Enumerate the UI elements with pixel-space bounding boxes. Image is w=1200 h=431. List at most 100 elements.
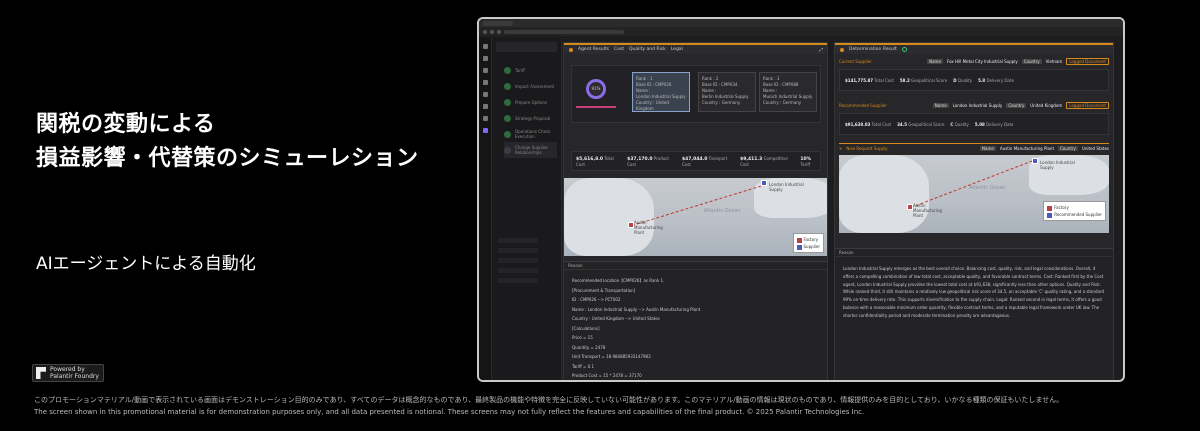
reason-title: Reason — [839, 250, 854, 255]
route-map[interactable]: Atlantic Ocean Austin Manufacturing Plan… — [839, 155, 1109, 233]
step-field[interactable] — [498, 268, 538, 273]
history-icon[interactable] — [482, 104, 488, 109]
steps-header — [496, 42, 557, 52]
subheadline: AIエージェントによる自動化 — [36, 254, 256, 274]
kpi-value: 5.08 — [974, 121, 985, 127]
step-done-icon — [504, 66, 511, 74]
determination-header: Determination Result — [835, 43, 1113, 54]
left-rail — [479, 38, 492, 380]
browser-urlbar — [479, 27, 1123, 36]
step-label: Tariff — [515, 67, 525, 73]
step-done-icon — [504, 130, 511, 138]
reload-icon[interactable] — [497, 29, 501, 34]
step-field[interactable] — [498, 248, 538, 253]
card-country: Country : Germany — [702, 100, 741, 105]
supplier-pin[interactable] — [761, 180, 767, 186]
reason-panel: Reason London Industrial Supply emerges … — [835, 248, 1113, 380]
factory-label: Austin Manufacturing Plant — [634, 220, 663, 235]
step-item[interactable]: Operations Check Execution — [504, 126, 557, 142]
close-icon[interactable]: ✕ — [839, 146, 842, 151]
home-icon[interactable] — [482, 56, 488, 61]
reason-header: Reason — [835, 249, 1113, 257]
step-item[interactable]: Tariff — [504, 62, 557, 78]
step-label: Change Supplier Relationships — [515, 145, 549, 155]
recommended-supplier-kpis: $91,638.03 Total Cost 34.5 Geopolitical … — [839, 113, 1109, 135]
step-field[interactable] — [498, 278, 538, 283]
browser-tab[interactable] — [483, 20, 513, 26]
route-map[interactable]: Atlantic Ocean Austin Manufacturing Plan… — [564, 178, 827, 256]
apps-icon[interactable] — [482, 92, 488, 97]
app: Tariff Impact Assessment Prepare Options… — [479, 38, 1123, 380]
step-done-icon — [504, 114, 511, 122]
workflow-icon[interactable] — [482, 128, 488, 133]
headline-line-1: 関税の変動による — [36, 112, 216, 137]
bell-icon[interactable] — [482, 80, 488, 85]
supplier-pin[interactable] — [1032, 158, 1038, 164]
kpi-label: Quality — [954, 121, 969, 127]
name-tag: Name — [980, 145, 996, 151]
agent-results-header: Agent Results Cost Quality and Risk Lega… — [564, 43, 827, 54]
section-label: Current Supplier — [839, 58, 872, 64]
cost-kpi-row: $5,616,8.0 Total Cost $37,170.0 Product … — [571, 151, 821, 171]
logged-document-button[interactable]: Logged Document — [1066, 57, 1109, 65]
supplier-name: Fox Hill Metal City Industrial Supply — [946, 58, 1018, 64]
ocean-label: Atlantic Ocean — [704, 208, 741, 214]
step-current-icon — [504, 146, 511, 154]
tab-cost[interactable]: Cost — [614, 47, 624, 52]
step-field[interactable] — [498, 238, 538, 243]
map-land-americas — [839, 155, 929, 233]
map-legend: Factory Supplier — [792, 233, 824, 253]
reason-line: Name : London Industrial Supply --> Aust… — [572, 306, 701, 312]
disclaimer-jp: このプロモーションマテリアル/動画で表示されている画面はデモンストレーション目的… — [34, 396, 1064, 404]
back-icon[interactable] — [483, 29, 487, 34]
rank-cards: 91% Rank : 1 Base ID : CMP026 Name : Lon… — [571, 65, 821, 123]
settings-icon[interactable] — [482, 116, 488, 121]
agent-icon — [569, 47, 573, 52]
headline-line-2: 損益影響・代替策のシミューレション — [36, 146, 419, 171]
determination-pane: Determination Result Current Supplier Na… — [834, 42, 1114, 380]
palantir-logo-icon — [36, 367, 46, 379]
country-tag: Country — [1006, 102, 1027, 108]
address-bar[interactable] — [504, 29, 624, 34]
legend-recommended-supplier: Recommended Supplier — [1054, 212, 1102, 217]
supplier-name: London Industrial Supply — [952, 102, 1003, 108]
current-supplier-header: Current Supplier Name Fox Hill Metal Cit… — [839, 57, 1109, 65]
pane-title: Agent Results — [578, 47, 609, 52]
country-tag: Country — [1058, 145, 1078, 151]
logged-document-button[interactable]: Logged Document — [1066, 101, 1109, 109]
rank-card-3[interactable]: Rank : 3 Base ID : CMP088 Name : Munich … — [759, 72, 817, 112]
step-item-current[interactable]: Change Supplier Relationships — [504, 142, 557, 158]
reason-header: Reason — [564, 262, 827, 270]
rank-card-2[interactable]: Rank : 2 Base ID : CMP034 Name : Berlin … — [698, 72, 756, 112]
reason-title: Reason — [568, 263, 583, 268]
tab-quality-risk[interactable]: Quality and Risk — [629, 47, 666, 52]
tab-legal[interactable]: Legal — [671, 47, 683, 52]
card-country: Country : Germany — [763, 100, 802, 105]
score-ring-label: 91% — [591, 86, 601, 91]
reason-body: Recommended location【CMP026】as Rank 1. [… — [564, 270, 827, 380]
legend-supplier: Supplier — [803, 244, 820, 249]
legend-factory: Factory — [1054, 205, 1069, 210]
kpi-value: D — [953, 77, 957, 83]
kpi-label: Total Cost — [874, 77, 894, 83]
kpi-value: 34.5 — [897, 121, 907, 127]
reason-line: Price = 15 — [572, 335, 593, 340]
kpi-value: 5.8 — [978, 77, 986, 83]
kpi-transport-cost: $47,044.0 Transport Cost — [681, 155, 728, 167]
agent-results-pane: Agent Results Cost Quality and Risk Lega… — [563, 42, 828, 380]
forward-icon[interactable] — [490, 29, 494, 34]
status-ring-icon — [901, 47, 907, 52]
step-item[interactable]: Prepare Options — [504, 94, 557, 110]
step-field[interactable] — [498, 258, 538, 263]
step-item[interactable]: Strategy Proposal — [504, 110, 557, 126]
kpi-value: $141,775.87 — [845, 77, 874, 83]
powered-by-badge: Powered by Palantir Foundry — [32, 364, 104, 382]
menu-icon[interactable] — [482, 44, 488, 49]
expand-icon[interactable]: ⤢ — [819, 47, 823, 53]
step-done-icon — [504, 98, 511, 106]
rank-card-1[interactable]: Rank : 1 Base ID : CMP026 Name : London … — [632, 72, 690, 112]
step-item[interactable]: Impact Assessment — [504, 78, 557, 94]
reason-panel: Reason Recommended location【CMP026】as Ra… — [564, 261, 827, 380]
map-legend: Factory Recommended Supplier — [1043, 201, 1106, 221]
search-icon[interactable] — [482, 68, 488, 73]
